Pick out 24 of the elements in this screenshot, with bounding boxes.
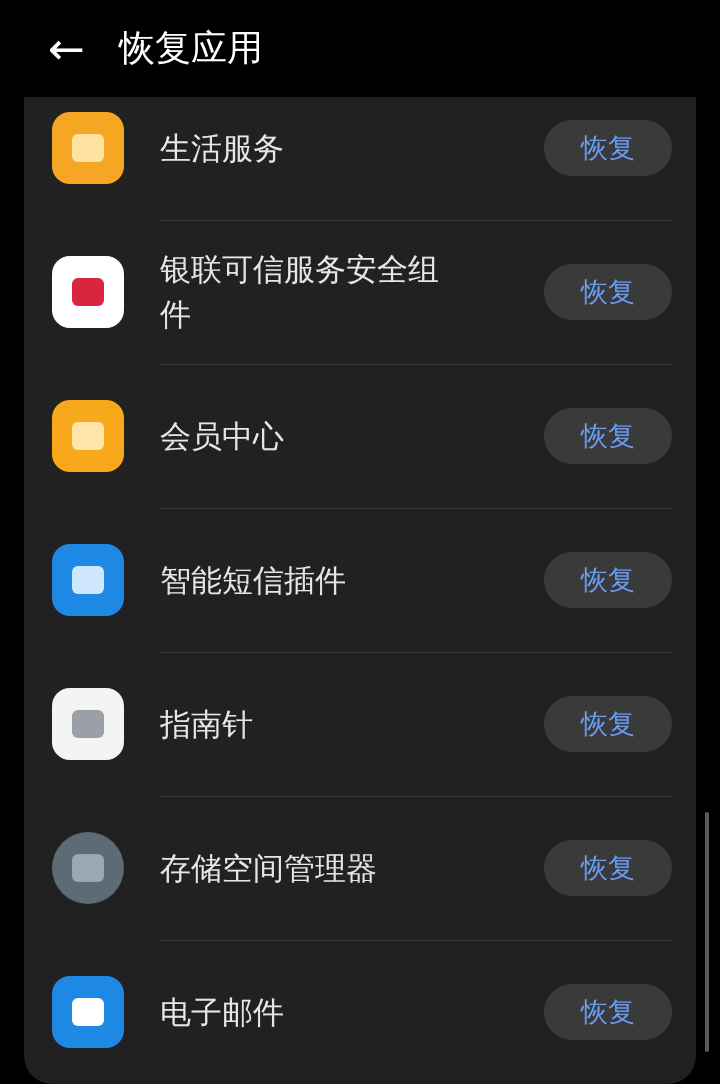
scrollbar[interactable]: [705, 812, 709, 1052]
app-icon: [52, 256, 124, 328]
app-icon: [52, 688, 124, 760]
app-icon: [52, 400, 124, 472]
back-button[interactable]: ←: [48, 26, 85, 71]
app-icon: [52, 112, 124, 184]
restore-button[interactable]: 恢复: [544, 120, 672, 176]
page-title: 恢复应用: [118, 26, 263, 70]
app-name: 存储空间管理器: [160, 848, 378, 888]
restore-button[interactable]: 恢复: [544, 696, 672, 752]
app-name: 会员中心: [160, 416, 285, 456]
restore-button[interactable]: 恢复: [544, 552, 672, 608]
restore-button[interactable]: 恢复: [544, 840, 672, 896]
app-icon: [52, 976, 124, 1048]
app-icon: [52, 544, 124, 616]
restore-button[interactable]: 恢复: [544, 264, 672, 320]
app-name: 生活服务: [160, 128, 285, 168]
app-name: 智能短信插件: [160, 560, 347, 600]
app-name: 电子邮件: [160, 992, 285, 1032]
app-name: 银联可信服务安全组件: [160, 250, 440, 334]
restore-button[interactable]: 恢复: [544, 984, 672, 1040]
app-name: 指南针: [160, 704, 254, 744]
restore-button[interactable]: 恢复: [544, 408, 672, 464]
app-icon: [52, 832, 124, 904]
